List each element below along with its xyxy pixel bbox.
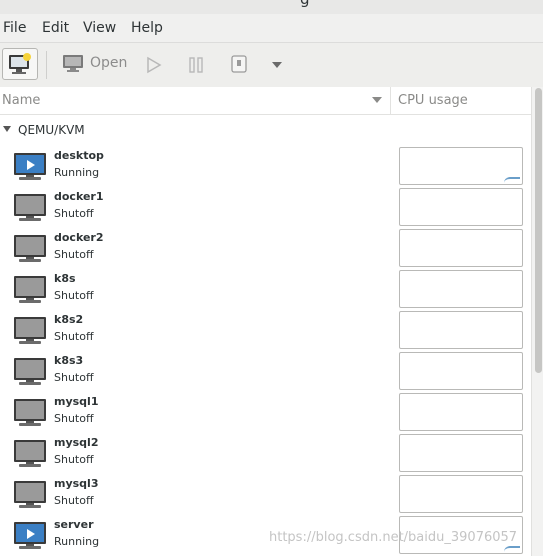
vm-row[interactable]: k8s2 Shutoff	[0, 310, 531, 351]
vm-name: k8s3	[54, 354, 84, 367]
shutdown-button[interactable]	[230, 54, 248, 74]
toolbar: Open	[0, 43, 543, 88]
vm-state: Running	[54, 166, 100, 179]
vm-shutoff-icon	[13, 275, 47, 305]
vm-name: desktop	[54, 149, 104, 162]
vm-state: Shutoff	[54, 412, 94, 425]
list-header: Name CPU usage	[0, 87, 531, 115]
vm-name: k8s2	[54, 313, 84, 326]
menu-edit[interactable]: Edit	[42, 20, 69, 36]
vm-shutoff-icon	[13, 439, 47, 469]
cpu-usage-line	[504, 177, 520, 183]
vm-name: mysql3	[54, 477, 99, 490]
group-row-qemu[interactable]: QEMU/KVM	[0, 121, 531, 141]
toolbar-separator	[46, 51, 47, 79]
vm-name: mysql1	[54, 395, 99, 408]
group-label: QEMU/KVM	[18, 123, 85, 137]
vm-row[interactable]: k8s3 Shutoff	[0, 351, 531, 392]
monitor-icon	[63, 55, 83, 72]
vm-state: Running	[54, 535, 100, 548]
vm-row[interactable]: docker1 Shutoff	[0, 187, 531, 228]
vm-shutoff-icon	[13, 316, 47, 346]
vm-name: server	[54, 518, 94, 531]
vm-state: Shutoff	[54, 453, 94, 466]
cpu-usage-graph	[399, 311, 523, 349]
menu-file[interactable]: File	[3, 20, 26, 36]
vm-row[interactable]: k8s Shutoff	[0, 269, 531, 310]
cpu-usage-graph	[399, 475, 523, 513]
vm-state: Shutoff	[54, 330, 94, 343]
cpu-usage-line	[504, 546, 520, 552]
expander-icon[interactable]	[3, 126, 11, 132]
vm-running-icon	[13, 152, 47, 182]
shutdown-menu-button[interactable]	[271, 61, 283, 69]
vm-state: Shutoff	[54, 371, 94, 384]
cpu-usage-graph	[399, 188, 523, 226]
new-vm-button[interactable]	[2, 48, 38, 80]
column-header-name[interactable]: Name	[2, 93, 40, 108]
vm-shutoff-icon	[13, 357, 47, 387]
play-icon	[147, 56, 162, 74]
vm-shutoff-icon	[13, 398, 47, 428]
vm-row[interactable]: mysql1 Shutoff	[0, 392, 531, 433]
vm-name: mysql2	[54, 436, 99, 449]
vm-state: Shutoff	[54, 494, 94, 507]
cpu-usage-graph	[399, 393, 523, 431]
cpu-usage-graph	[399, 147, 523, 185]
sort-arrow-icon[interactable]	[372, 97, 382, 103]
vm-name: k8s	[54, 272, 76, 285]
new-vm-icon	[9, 53, 31, 74]
menu-view[interactable]: View	[83, 20, 116, 36]
vm-running-icon	[13, 521, 47, 551]
cpu-usage-graph	[399, 270, 523, 308]
window-titlebar: g	[0, 0, 543, 14]
pause-icon	[189, 57, 203, 73]
scrollbar-thumb[interactable]	[535, 88, 542, 373]
menu-help[interactable]: Help	[131, 20, 163, 36]
open-button[interactable]: Open	[62, 53, 127, 73]
vm-name: docker1	[54, 190, 104, 203]
vm-row[interactable]: mysql2 Shutoff	[0, 433, 531, 474]
cpu-usage-graph	[399, 434, 523, 472]
run-button[interactable]	[146, 56, 162, 74]
vertical-scrollbar[interactable]	[531, 87, 543, 556]
vm-state: Shutoff	[54, 248, 94, 261]
chevron-down-icon	[272, 62, 282, 68]
window-title: g	[300, 0, 310, 8]
vm-shutoff-icon	[13, 234, 47, 264]
column-header-cpu[interactable]: CPU usage	[398, 93, 468, 108]
vm-state: Shutoff	[54, 289, 94, 302]
vm-row[interactable]: mysql3 Shutoff	[0, 474, 531, 515]
vm-state: Shutoff	[54, 207, 94, 220]
vm-row[interactable]: desktop Running	[0, 146, 531, 187]
cpu-usage-graph	[399, 352, 523, 390]
watermark: https://blog.csdn.net/baidu_39076057	[269, 530, 518, 545]
vm-name: docker2	[54, 231, 104, 244]
pause-button[interactable]	[188, 56, 204, 74]
shutdown-icon	[231, 55, 247, 73]
menubar: File Edit View Help	[0, 14, 543, 43]
cpu-usage-graph	[399, 229, 523, 267]
open-button-label: Open	[90, 55, 128, 71]
vm-shutoff-icon	[13, 480, 47, 510]
column-divider[interactable]	[390, 87, 391, 114]
vm-shutoff-icon	[13, 193, 47, 223]
vm-row[interactable]: docker2 Shutoff	[0, 228, 531, 269]
